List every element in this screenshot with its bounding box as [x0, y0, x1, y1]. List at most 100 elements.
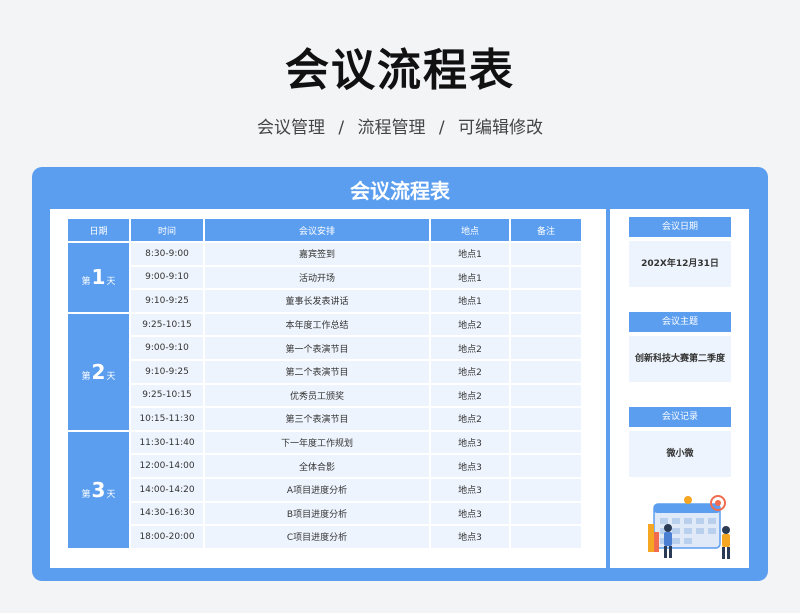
agenda-cell[interactable]: 第一个表演节目 [205, 337, 429, 359]
page-title: 会议流程表 [285, 45, 515, 96]
calendar-people-icon [648, 495, 730, 559]
table-row: 9:10-9:25 第二个表演节目 地点2 [68, 360, 581, 383]
table-row: 第2天 9:25-10:15 本年度工作总结 地点2 [68, 313, 581, 430]
table-row: 9:25-10:15 优秀员工颁奖 地点2 [68, 384, 581, 407]
place-cell[interactable]: 地点1 [431, 290, 509, 312]
day-number: 2 [91, 359, 106, 384]
time-cell[interactable]: 9:25-10:15 [131, 313, 203, 336]
time-cell[interactable]: 8:30-9:00 [131, 243, 203, 265]
time-cell[interactable]: 9:10-9:25 [131, 360, 203, 383]
table-row: 9:10-9:25 董事长发表讲话 地点1 [68, 290, 581, 312]
place-cell[interactable]: 地点3 [431, 502, 509, 525]
schedule-body: 第1天 8:30-9:00 嘉宾签到 地点1 9:00-9:10 活动开场 地点1 9:10-… [68, 243, 581, 548]
header-date: 日期 [68, 219, 129, 241]
time-cell[interactable]: 14:00-14:20 [131, 478, 203, 501]
note-cell[interactable] [511, 290, 581, 312]
place-cell[interactable]: 地点1 [431, 243, 509, 265]
header-place: 地点 [431, 219, 509, 241]
note-cell[interactable] [511, 431, 581, 454]
meeting-record-value[interactable]: 微小微 [629, 431, 731, 477]
time-cell[interactable]: 11:30-11:40 [131, 431, 203, 454]
meeting-date-value[interactable]: 202X年12月31日 [629, 241, 731, 287]
day-prefix: 第 [81, 371, 91, 382]
day-prefix: 第 [81, 277, 91, 288]
note-cell[interactable] [511, 408, 581, 430]
day-suffix: 天 [106, 277, 116, 288]
note-cell[interactable] [511, 266, 581, 289]
meeting-topic-value[interactable]: 创新科技大赛第二季度 [629, 336, 731, 382]
day-label-1: 第1天 [68, 243, 129, 312]
place-cell[interactable]: 地点2 [431, 360, 509, 383]
place-cell[interactable]: 地点2 [431, 337, 509, 359]
agenda-cell[interactable]: 优秀员工颁奖 [205, 384, 429, 407]
note-cell[interactable] [511, 360, 581, 383]
meeting-record-label: 会议记录 [629, 407, 731, 427]
note-cell[interactable] [511, 526, 581, 548]
note-cell[interactable] [511, 455, 581, 477]
time-cell[interactable]: 12:00-14:00 [131, 455, 203, 477]
table-row: 第1天 8:30-9:00 嘉宾签到 地点1 [68, 243, 581, 312]
place-cell[interactable]: 地点2 [431, 384, 509, 407]
note-cell[interactable] [511, 478, 581, 501]
note-cell[interactable] [511, 337, 581, 359]
schedule-table: 日期 时间 会议安排 地点 备注 第1天 8:30-9:00 嘉宾签到 地点1 9:00… [66, 217, 583, 550]
day-label-2: 第2天 [68, 313, 129, 430]
agenda-cell[interactable]: 第二个表演节目 [205, 360, 429, 383]
header-time: 时间 [131, 219, 203, 241]
place-cell[interactable]: 地点2 [431, 408, 509, 430]
place-cell[interactable]: 地点3 [431, 526, 509, 548]
day-number: 3 [91, 477, 106, 502]
table-row: 14:00-14:20 A项目进度分析 地点3 [68, 478, 581, 501]
place-cell[interactable]: 地点3 [431, 455, 509, 477]
day-number: 1 [91, 265, 106, 290]
table-row: 14:30-16:30 B项目进度分析 地点3 [68, 502, 581, 525]
agenda-cell[interactable]: 嘉宾签到 [205, 243, 429, 265]
header-agenda: 会议安排 [205, 219, 429, 241]
table-row: 12:00-14:00 全体合影 地点3 [68, 455, 581, 477]
info-panel: 会议日期 202X年12月31日 会议主题 创新科技大赛第二季度 会议记录 微小… [610, 209, 749, 568]
note-cell[interactable] [511, 384, 581, 407]
meeting-topic-label: 会议主题 [629, 312, 731, 332]
agenda-cell[interactable]: 下一年度工作规划 [205, 431, 429, 454]
sheet-frame: 会议流程表 日期 时间 会议安排 地点 备注 第1天 8:30-9:00 嘉宾签到地… [32, 167, 768, 581]
time-cell[interactable]: 9:25-10:15 [131, 384, 203, 407]
place-cell[interactable]: 地点2 [431, 313, 509, 336]
table-row: 第3天 11:30-11:40 下一年度工作规划 地点3 [68, 431, 581, 548]
breadcrumb-item[interactable]: 流程管理 [358, 118, 426, 138]
note-cell[interactable] [511, 313, 581, 336]
breadcrumb-item[interactable]: 可编辑修改 [458, 118, 543, 138]
day-suffix: 天 [106, 371, 116, 382]
time-cell[interactable]: 9:00-9:10 [131, 266, 203, 289]
place-cell[interactable]: 地点3 [431, 431, 509, 454]
time-cell[interactable]: 9:10-9:25 [131, 290, 203, 312]
agenda-cell[interactable]: 本年度工作总结 [205, 313, 429, 336]
agenda-cell[interactable]: C项目进度分析 [205, 526, 429, 548]
agenda-cell[interactable]: 第三个表演节目 [205, 408, 429, 430]
header-note: 备注 [511, 219, 581, 241]
time-cell[interactable]: 14:30-16:30 [131, 502, 203, 525]
agenda-cell[interactable]: 全体合影 [205, 455, 429, 477]
agenda-cell[interactable]: 董事长发表讲话 [205, 290, 429, 312]
time-cell[interactable]: 9:00-9:10 [131, 337, 203, 359]
place-cell[interactable]: 地点1 [431, 266, 509, 289]
note-cell[interactable] [511, 502, 581, 525]
breadcrumb-separator: / [338, 118, 345, 138]
time-cell[interactable]: 10:15-11:30 [131, 408, 203, 430]
breadcrumb-separator: / [438, 118, 445, 138]
agenda-cell[interactable]: 活动开场 [205, 266, 429, 289]
day-label-3: 第3天 [68, 431, 129, 548]
sheet-title: 会议流程表 [350, 179, 450, 203]
table-row: 18:00-20:00 C项目进度分析 地点3 [68, 526, 581, 548]
place-cell[interactable]: 地点3 [431, 478, 509, 501]
table-row: 9:00-9:10 第一个表演节目 地点2 [68, 337, 581, 359]
agenda-cell[interactable]: B项目进度分析 [205, 502, 429, 525]
note-cell[interactable] [511, 243, 581, 265]
breadcrumb-item[interactable]: 会议管理 [257, 118, 325, 138]
time-cell[interactable]: 18:00-20:00 [131, 526, 203, 548]
day-suffix: 天 [106, 489, 116, 500]
table-row: 10:15-11:30 第三个表演节目 地点2 [68, 408, 581, 430]
header-row: 日期 时间 会议安排 地点 备注 [68, 219, 581, 241]
schedule-panel: 日期 时间 会议安排 地点 备注 第1天 8:30-9:00 嘉宾签到 地点1 9:00… [50, 209, 606, 568]
meeting-date-label: 会议日期 [629, 217, 731, 237]
agenda-cell[interactable]: A项目进度分析 [205, 478, 429, 501]
